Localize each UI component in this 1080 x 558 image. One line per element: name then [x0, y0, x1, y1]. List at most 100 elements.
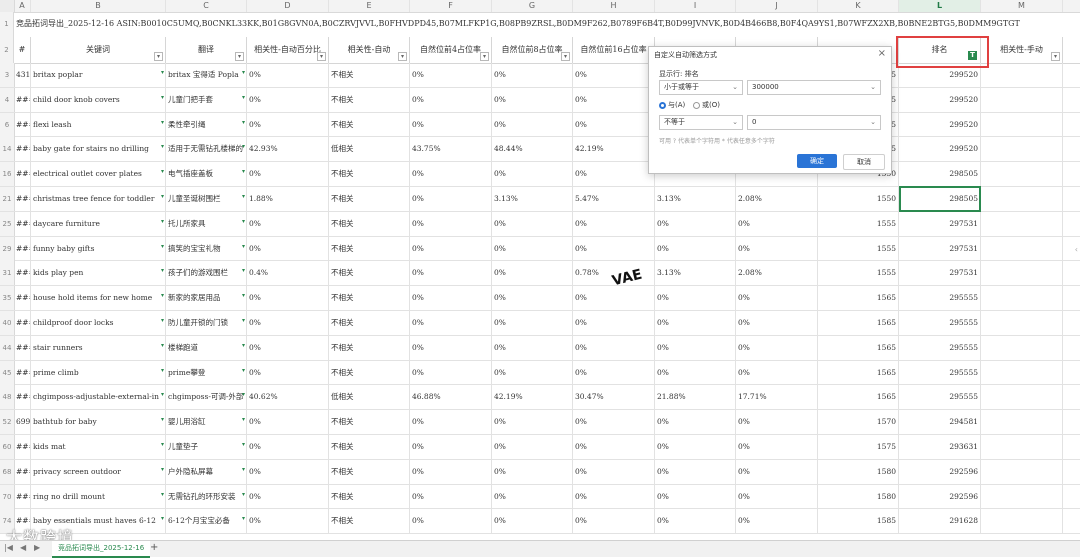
cell-dropdown-icon[interactable]: ▾ [242, 113, 245, 135]
table-cell[interactable]: 21.88% [655, 385, 736, 410]
table-cell[interactable] [981, 236, 1063, 261]
table-cell[interactable] [981, 162, 1063, 187]
row-header[interactable]: 21 [0, 187, 15, 211]
table-cell[interactable]: britax 宝得适 Popla ▾ [166, 63, 247, 87]
filter-dropdown-icon[interactable]: ▾ [154, 52, 163, 61]
column-header-k[interactable]: K [818, 0, 899, 12]
cell-dropdown-icon[interactable]: ▾ [242, 361, 245, 383]
table-cell[interactable]: 294581 [899, 410, 981, 435]
table-cell[interactable]: 30.47% [573, 385, 655, 410]
column-header-b[interactable]: B [31, 0, 166, 12]
table-cell[interactable]: 46.88% [410, 385, 492, 410]
cell-dropdown-icon[interactable]: ▾ [161, 410, 164, 432]
table-cell[interactable]: 295555 [899, 360, 981, 385]
table-cell[interactable]: 0% [492, 484, 573, 509]
cell-dropdown-icon[interactable]: ▾ [242, 410, 245, 432]
table-cell[interactable]: 托儿所家具 ▾ [166, 211, 247, 236]
row-header[interactable]: 48 [0, 385, 15, 410]
table-cell[interactable]: ### [14, 236, 31, 261]
table-cell[interactable]: 0% [410, 435, 492, 459]
table-cell[interactable]: 不相关 [329, 112, 410, 137]
cell-dropdown-icon[interactable]: ▾ [161, 137, 164, 159]
table-cell[interactable]: 1565 [818, 360, 899, 385]
table-cell[interactable]: 1575 [818, 435, 899, 459]
cell-dropdown-icon[interactable]: ▾ [161, 361, 164, 383]
cell-dropdown-icon[interactable]: ▾ [161, 435, 164, 457]
table-cell[interactable]: 0% [655, 435, 736, 459]
column-header-f[interactable]: F [410, 0, 492, 12]
active-filter-icon[interactable]: T [968, 51, 977, 60]
table-cell[interactable]: 3.13% [655, 187, 736, 211]
cell-dropdown-icon[interactable]: ▾ [242, 237, 245, 259]
table-cell[interactable]: 0% [410, 484, 492, 509]
table-row[interactable]: 48###chgimposs-adjustable-external-in▾ch… [0, 385, 1080, 411]
row-header[interactable]: 45 [0, 360, 15, 385]
table-cell[interactable]: 1585 [818, 509, 899, 534]
table-cell[interactable]: 儿童圣诞树围栏 ▾ [166, 187, 247, 211]
table-cell[interactable]: child door knob covers ▾ [31, 87, 166, 112]
column-header-l[interactable]: L [899, 0, 981, 12]
table-cell[interactable]: 295555 [899, 335, 981, 360]
table-cell[interactable] [981, 286, 1063, 311]
table-cell[interactable]: 儿童门把手套 ▾ [166, 87, 247, 112]
table-cell[interactable]: 无需钻孔的环形安装 ▾ [166, 484, 247, 509]
row-header[interactable]: 52 [0, 410, 15, 435]
condition1-select[interactable]: 小于或等于 ⌄ [659, 80, 743, 95]
table-cell[interactable]: 0% [492, 162, 573, 187]
table-cell[interactable]: privacy screen outdoor ▾ [31, 459, 166, 484]
header-index[interactable]: # [14, 37, 31, 63]
table-cell[interactable]: 不相关 [329, 162, 410, 187]
cell-dropdown-icon[interactable]: ▾ [242, 212, 245, 234]
cell-dropdown-icon[interactable]: ▾ [161, 212, 164, 234]
cell-dropdown-icon[interactable]: ▾ [242, 385, 245, 407]
table-cell[interactable]: 293631 [899, 435, 981, 459]
table-cell[interactable]: 295555 [899, 286, 981, 311]
table-cell[interactable]: 0% [247, 236, 329, 261]
row-header[interactable]: 40 [0, 311, 15, 335]
table-cell[interactable]: 0% [410, 360, 492, 385]
table-cell[interactable]: 2.08% [736, 187, 818, 211]
table-cell[interactable]: 0% [573, 236, 655, 261]
table-cell[interactable]: 0% [410, 410, 492, 435]
table-cell[interactable]: 0% [410, 335, 492, 360]
cell-dropdown-icon[interactable]: ▾ [161, 385, 164, 407]
prev-sheet-icon[interactable]: ◀ [20, 543, 26, 552]
column-header-j[interactable]: J [736, 0, 818, 12]
table-cell[interactable]: 0% [736, 435, 818, 459]
table-cell[interactable]: baby gate for stairs no drilling ▾ [31, 137, 166, 162]
table-cell[interactable]: 0% [410, 87, 492, 112]
row-header[interactable]: 1 [0, 12, 14, 37]
table-cell[interactable]: 299520 [899, 63, 981, 87]
table-cell[interactable]: 0% [492, 112, 573, 137]
table-cell[interactable] [981, 137, 1063, 162]
table-cell[interactable]: 1555 [818, 236, 899, 261]
table-cell[interactable]: 299520 [899, 112, 981, 137]
table-cell[interactable]: 0% [655, 286, 736, 311]
table-cell[interactable]: 0% [410, 187, 492, 211]
table-cell[interactable]: 不相关 [329, 459, 410, 484]
row-header[interactable]: 44 [0, 335, 15, 360]
table-cell[interactable]: 不相关 [329, 286, 410, 311]
table-cell[interactable]: 0% [492, 236, 573, 261]
table-row[interactable]: 29###funny baby gifts▾搞笑的宝宝礼物▾0%不相关0%0%0… [0, 236, 1080, 262]
table-cell[interactable]: 40.62% [247, 385, 329, 410]
table-cell[interactable]: prime攀登 ▾ [166, 360, 247, 385]
table-cell[interactable]: 0% [573, 162, 655, 187]
condition2-select[interactable]: 不等于 ⌄ [659, 115, 743, 130]
first-sheet-icon[interactable]: |◀ [4, 543, 13, 552]
table-cell[interactable]: 不相关 [329, 211, 410, 236]
table-cell[interactable]: 42.19% [492, 385, 573, 410]
table-cell[interactable]: 297531 [899, 261, 981, 286]
cancel-button[interactable]: 取消 [843, 154, 885, 170]
table-cell[interactable]: 0% [655, 311, 736, 335]
table-row[interactable]: 25###daycare furniture▾托儿所家具▾0%不相关0%0%0%… [0, 211, 1080, 237]
table-cell[interactable]: 0% [492, 63, 573, 87]
table-cell[interactable]: 0% [247, 459, 329, 484]
table-cell[interactable]: prime climb ▾ [31, 360, 166, 385]
table-cell[interactable]: christmas tree fence for toddler ▾ [31, 187, 166, 211]
table-cell[interactable]: 1550 [818, 187, 899, 211]
table-cell[interactable]: 不相关 [329, 335, 410, 360]
table-row[interactable]: 68###privacy screen outdoor▾户外隐私屏幕▾0%不相关… [0, 459, 1080, 485]
table-cell[interactable]: 不相关 [329, 360, 410, 385]
table-cell[interactable]: 0% [247, 360, 329, 385]
